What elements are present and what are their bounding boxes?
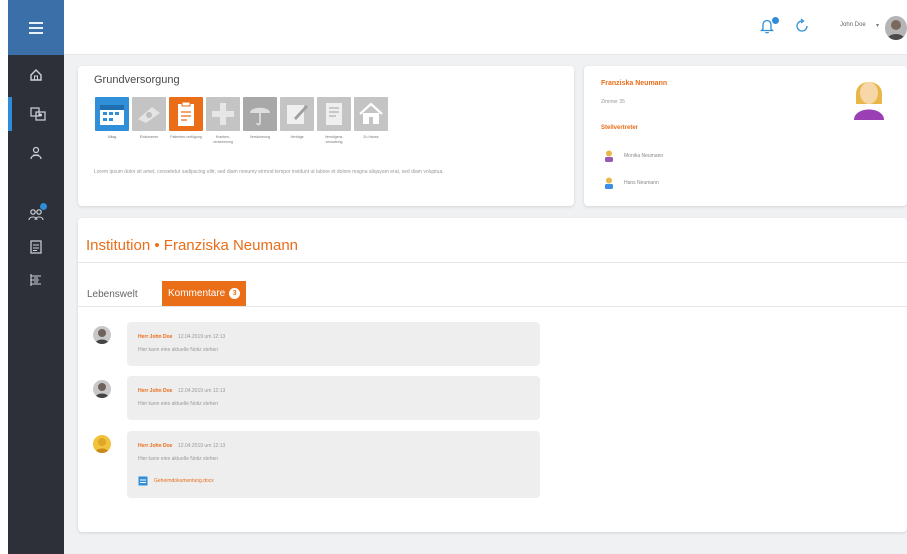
comment-count-badge: 3	[229, 288, 241, 299]
umbrella-icon	[250, 107, 270, 126]
user-avatar[interactable]	[885, 16, 907, 40]
sidebar-item-care[interactable]	[8, 136, 64, 170]
tile-label: Zu Hause	[363, 135, 379, 139]
tile-versicherung[interactable]	[243, 97, 277, 131]
money-icon	[138, 107, 160, 123]
person-name: Franziska Neumann	[601, 80, 668, 87]
comment-text: Hier kann eine aktuelle Notiz stehen	[138, 456, 219, 462]
tile-zu-hause[interactable]	[354, 97, 388, 131]
notification-dot	[772, 17, 779, 24]
category-labels: Alltag Einkommen Patienten-verfügung Kra…	[95, 135, 388, 144]
window-frame	[0, 0, 8, 554]
comment-text: Hier kann eine aktuelle Notiz stehen	[138, 401, 219, 407]
tile-label: Versicherung	[249, 135, 271, 139]
refresh-button[interactable]	[794, 18, 810, 39]
category-tiles	[95, 97, 388, 131]
sidebar-item-residents[interactable]	[8, 97, 64, 131]
sidebar-item-home[interactable]	[8, 58, 64, 92]
tile-vermoegensverwaltung[interactable]	[317, 97, 351, 131]
comment-date: 12.04.2019 um 12:13	[178, 334, 226, 340]
sidebar-item-list[interactable]	[8, 263, 64, 297]
divider	[78, 306, 907, 307]
comment-text: Hier kann eine aktuelle Notiz stehen	[138, 347, 219, 353]
tile-label: Vermögens-verwaltung	[324, 135, 344, 144]
grundversorgung-card: Grundversorgung Alltag Einkommen Patient…	[78, 66, 574, 206]
tile-vertraege[interactable]	[280, 97, 314, 131]
menu-icon	[29, 21, 43, 34]
residents-icon	[30, 107, 46, 121]
comment-author[interactable]: Herr John Doe	[138, 334, 172, 340]
health-icon	[212, 103, 234, 125]
tile-patientenverfuegung[interactable]	[169, 97, 203, 131]
tile-label: Alltag	[107, 135, 117, 139]
clipboard-icon	[178, 101, 194, 126]
tile-krankenversicherung[interactable]	[206, 97, 240, 131]
list-icon	[30, 274, 41, 286]
sidebar-item-documents[interactable]	[8, 230, 64, 264]
care-icon	[30, 146, 42, 160]
comment-author[interactable]: Herr John Doe	[138, 443, 172, 449]
female-person-icon	[605, 150, 613, 162]
file-icon	[138, 476, 148, 486]
person-card: Franziska Neumann Zimmer 35 Stellvertret…	[584, 66, 907, 206]
sidebar-item-team[interactable]	[8, 197, 64, 231]
notification-badge	[40, 203, 47, 210]
person-avatar	[854, 82, 884, 120]
comment-bubble: Herr John Doe 12.04.2019 um 12:13 Hier k…	[127, 431, 540, 498]
contact-name: Hans Neumann	[624, 180, 659, 186]
tile-label: Patienten-verfügung	[170, 135, 202, 139]
chevron-down-icon[interactable]: ▾	[876, 22, 879, 29]
comment-date: 12.04.2019 um 12:13	[178, 443, 226, 449]
grundversorgung-title: Grundversorgung	[94, 74, 180, 86]
person-room: Zimmer 35	[601, 99, 625, 105]
tile-einkommen[interactable]	[132, 97, 166, 131]
comment-bubble: Herr John Doe 12.04.2019 um 12:13 Hier k…	[127, 376, 540, 420]
avatar	[93, 380, 111, 398]
top-bar: John Doe ▾	[64, 0, 907, 55]
comments-card: Institution • Franziska Neumann Lebenswe…	[78, 218, 907, 532]
divider	[78, 262, 907, 263]
document-icon	[30, 240, 42, 254]
house-icon	[359, 102, 383, 124]
contact-item[interactable]: Monika Neumann	[604, 150, 663, 162]
wealth-doc-icon	[326, 103, 342, 125]
tab-lebenswelt[interactable]: Lebenswelt	[87, 289, 138, 300]
comment-author[interactable]: Herr John Doe	[138, 388, 172, 394]
user-name[interactable]: John Doe	[840, 22, 866, 28]
tab-kommentare-label: Kommentare	[168, 288, 226, 299]
contract-icon	[287, 105, 308, 124]
grundversorgung-description: Lorem ipsum dolor sit amet, consetetur s…	[94, 169, 444, 175]
page-title: Institution • Franziska Neumann	[86, 237, 299, 254]
comment-date: 12.04.2019 um 12:13	[178, 388, 226, 394]
attachment-link[interactable]: Geheimdokumentung.docx	[138, 476, 214, 486]
avatar	[93, 435, 111, 453]
contact-item[interactable]: Hans Neumann	[604, 177, 659, 189]
refresh-icon	[796, 18, 808, 32]
contact-name: Monika Neumann	[624, 153, 664, 159]
calendar-icon	[100, 105, 124, 125]
sidebar	[8, 0, 64, 554]
menu-toggle-button[interactable]	[8, 0, 64, 55]
stellvertreter-title: Stellvertreter	[601, 125, 639, 131]
tile-label: Verträge	[290, 135, 304, 139]
avatar	[93, 326, 111, 344]
tile-label: Kranken-versicherung	[212, 135, 234, 144]
tab-kommentare[interactable]: Kommentare 3	[162, 281, 247, 306]
home-icon	[30, 69, 42, 81]
comment-bubble: Herr John Doe 12.04.2019 um 12:13 Hier k…	[127, 322, 540, 366]
tile-label: Einkommen	[139, 135, 159, 139]
male-person-icon	[605, 177, 613, 189]
attachment-name: Geheimdokumentung.docx	[154, 478, 214, 484]
tile-alltag[interactable]	[95, 97, 129, 131]
